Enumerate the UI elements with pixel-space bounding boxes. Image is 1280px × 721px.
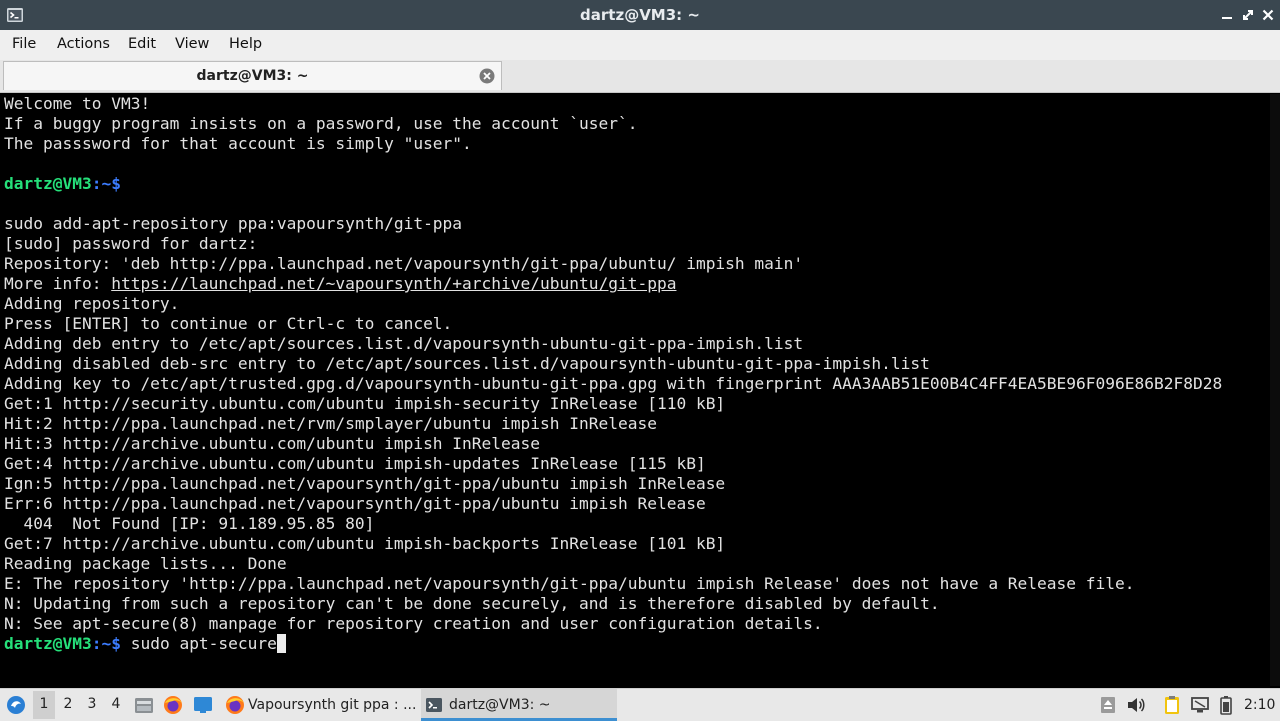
battery-icon[interactable]	[1215, 694, 1237, 716]
current-command[interactable]: sudo apt-secure	[121, 634, 277, 653]
prompt-user: dartz@VM3	[4, 174, 92, 193]
terminal-line: Adding deb entry to /etc/apt/sources.lis…	[4, 334, 804, 353]
clipboard-icon[interactable]	[1161, 694, 1183, 716]
terminal-current-prompt-line[interactable]: dartz@VM3:~$ sudo apt-secure	[4, 634, 1222, 654]
window-title: dartz@VM3: ~	[580, 6, 700, 24]
more-info-label: More info:	[4, 274, 112, 293]
prompt-path: :~$	[91, 174, 121, 193]
terminal-line: [sudo] password for dartz:	[4, 234, 258, 253]
desktop-icon[interactable]	[192, 694, 214, 716]
menu-file[interactable]: File	[12, 36, 36, 52]
terminal-line: Hit:2 http://ppa.launchpad.net/rvm/smpla…	[4, 414, 657, 433]
menu-help[interactable]: Help	[229, 36, 262, 52]
window-titlebar[interactable]: dartz@VM3: ~	[0, 0, 1280, 30]
terminal-line: Get:1 http://security.ubuntu.com/ubuntu …	[4, 394, 726, 413]
terminal-line: E: The repository 'http://ppa.launchpad.…	[4, 574, 1135, 593]
task-firefox[interactable]: Vapoursynth git ppa : ...	[222, 689, 418, 721]
close-icon[interactable]	[1260, 7, 1276, 23]
storage-icon[interactable]	[1097, 694, 1119, 716]
terminal-line: If a buggy program insists on a password…	[4, 114, 638, 133]
firefox-icon	[226, 696, 244, 714]
workspace-3[interactable]: 3	[81, 696, 103, 712]
prompt-path: :~$	[91, 634, 121, 653]
menu-view[interactable]: View	[175, 36, 209, 52]
terminal-output[interactable]: Welcome to VM3! If a buggy program insist…	[0, 94, 1270, 686]
clock[interactable]: 2:10	[1244, 697, 1275, 713]
terminal-line: 404 Not Found [IP: 91.189.95.85 80]	[4, 514, 375, 533]
start-menu-icon[interactable]	[5, 694, 27, 716]
terminal-line: Ign:5 http://ppa.launchpad.net/vapoursyn…	[4, 474, 726, 493]
tab-close-icon[interactable]	[479, 68, 495, 84]
terminal-line: N: See apt-secure(8) manpage for reposit…	[4, 614, 823, 633]
task-label: Vapoursynth git ppa : ...	[248, 697, 417, 713]
task-label: dartz@VM3: ~	[449, 697, 551, 713]
workspace-4[interactable]: 4	[105, 696, 127, 712]
terminal-line: Repository: 'deb http://ppa.launchpad.ne…	[4, 254, 804, 273]
text-cursor	[276, 634, 286, 653]
terminal-line: N: Updating from such a repository can't…	[4, 594, 940, 613]
workspace-1[interactable]: 1	[33, 691, 55, 719]
taskbar: 1 2 3 4 Vapoursynth git ppa : ... dartz@…	[0, 688, 1280, 721]
terminal-prompt-line: dartz@VM3:~$	[4, 174, 1222, 194]
terminal-more-info-line: More info: https://launchpad.net/~vapour…	[4, 274, 1222, 294]
network-icon[interactable]	[1189, 694, 1211, 716]
menu-edit[interactable]: Edit	[128, 36, 156, 52]
task-terminal[interactable]: dartz@VM3: ~	[421, 689, 617, 721]
terminal-line: Adding key to /etc/apt/trusted.gpg.d/vap…	[4, 374, 1223, 393]
terminal-line: sudo add-apt-repository ppa:vapoursynth/…	[4, 214, 463, 233]
terminal-line: Err:6 http://ppa.launchpad.net/vapoursyn…	[4, 494, 706, 513]
menu-actions[interactable]: Actions	[57, 36, 110, 52]
terminal-line: Adding disabled deb-src entry to /etc/ap…	[4, 354, 930, 373]
prompt-user: dartz@VM3	[4, 634, 92, 653]
file-manager-icon[interactable]	[133, 694, 155, 716]
terminal-scrollbar[interactable]	[1270, 94, 1280, 686]
tab-bar: dartz@VM3: ~	[0, 60, 1280, 93]
more-info-link[interactable]: https://launchpad.net/~vapoursynth/+arch…	[111, 274, 676, 293]
terminal-line: Welcome to VM3!	[4, 94, 151, 113]
tab-label: dartz@VM3: ~	[196, 68, 309, 84]
terminal-line: Get:7 http://archive.ubuntu.com/ubuntu i…	[4, 534, 726, 553]
terminal-line: The passsword for that account is simply…	[4, 134, 472, 153]
terminal-line: Hit:3 http://archive.ubuntu.com/ubuntu i…	[4, 434, 541, 453]
workspace-2[interactable]: 2	[57, 696, 79, 712]
terminal-line: Press [ENTER] to continue or Ctrl-c to c…	[4, 314, 453, 333]
terminal-icon	[426, 698, 442, 712]
terminal-tab[interactable]: dartz@VM3: ~	[3, 61, 502, 90]
terminal-line: Reading package lists... Done	[4, 554, 287, 573]
terminal-line: Adding repository.	[4, 294, 180, 313]
menu-bar: File Actions Edit View Help	[0, 30, 1280, 60]
firefox-icon[interactable]	[162, 694, 184, 716]
terminal-line: Get:4 http://archive.ubuntu.com/ubuntu i…	[4, 454, 706, 473]
minimize-icon[interactable]	[1219, 7, 1235, 23]
restore-icon[interactable]	[1240, 7, 1256, 23]
volume-icon[interactable]	[1125, 694, 1147, 716]
